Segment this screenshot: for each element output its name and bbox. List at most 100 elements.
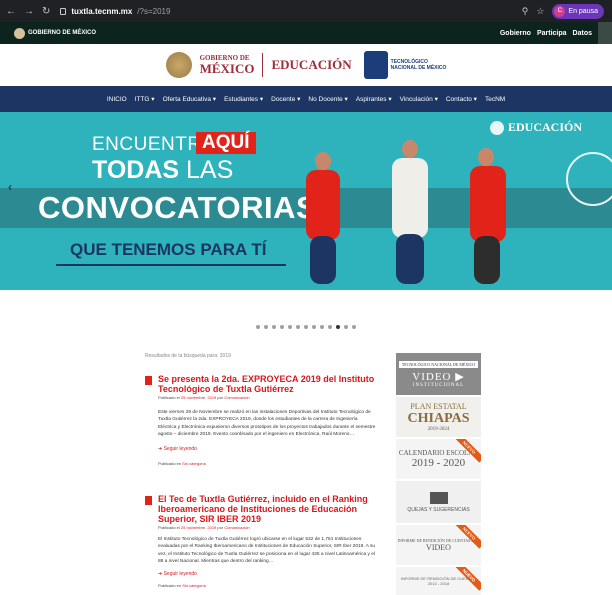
reload-icon[interactable]: ↻ <box>42 6 50 17</box>
nav-tecnm[interactable]: TecNM <box>485 96 505 103</box>
calendario-banner[interactable]: CALENDARIO ESCOLAR 2019 - 2020 NUEVO <box>396 439 481 479</box>
forward-icon[interactable]: → <box>24 6 34 17</box>
post-excerpt: Este viernes 29 de Noviembre se realizó … <box>158 410 376 437</box>
post-date[interactable]: 25 noviembre, 2019 <box>181 525 216 530</box>
nav-vinculacion[interactable]: Vinculación ▾ <box>400 95 438 103</box>
url-path: /?s=2019 <box>137 6 171 16</box>
carousel-dot[interactable] <box>280 325 284 329</box>
post-category-prefix: Publicado en <box>158 582 182 588</box>
nuevo-badge: NUEVO <box>453 525 481 549</box>
post-category-link[interactable]: Sin categoría <box>182 583 206 588</box>
carousel-dot[interactable] <box>336 325 340 329</box>
mexico-seal-icon <box>165 52 192 78</box>
play-icon: ▶ <box>455 370 465 383</box>
nav-docente-label: Docente <box>271 96 296 103</box>
post-category: Publicado en Sin categoría <box>158 583 377 588</box>
carousel-dot[interactable] <box>304 325 308 329</box>
nav-inicio[interactable]: INICIO <box>107 96 127 103</box>
search-results-label: Resultados de la búsqueda para: 2019 <box>145 353 231 359</box>
carousel-dot[interactable] <box>272 325 276 329</box>
post-meta-prefix: Publicado el <box>158 395 180 401</box>
informe-2017-banner[interactable]: INFORME DE RENDICIÓN DE CUENTAS 2017 VID… <box>396 525 481 565</box>
carousel-dot[interactable] <box>296 325 300 329</box>
profile-button[interactable]: C En pausa <box>552 3 604 19</box>
post-date[interactable]: 25 noviembre, 2019 <box>181 395 216 400</box>
carousel-dot[interactable] <box>256 325 260 329</box>
hero-line2-light: LAS <box>186 156 234 184</box>
nav-no-docente[interactable]: No Docente ▾ <box>308 95 347 103</box>
envelope-icon <box>429 491 448 504</box>
gob-mx-logo[interactable]: GOBIERNO DE MÉXICO <box>0 27 96 39</box>
post-meta-prefix: Publicado el <box>158 525 180 531</box>
carousel-dot[interactable] <box>352 325 356 329</box>
post-category: Publicado en Sin categoría <box>158 461 377 466</box>
read-more-link[interactable]: ➜ Seguir leyendo <box>158 571 377 577</box>
back-icon[interactable]: ← <box>6 6 16 17</box>
nav-oferta[interactable]: Oferta Educativa ▾ <box>163 95 217 103</box>
brand-header: GOBIERNO DE MÉXICO EDUCACIÓN TECNOLÓGICO… <box>0 44 612 86</box>
gov-search-button[interactable] <box>598 22 612 44</box>
informe-2013-2018-banner[interactable]: INFORME DE RENDICIÓN DE CUENTAS 2013 - 2… <box>396 567 481 595</box>
nav-no-docente-label: No Docente <box>308 96 343 103</box>
carousel-dot[interactable] <box>288 325 292 329</box>
carousel-prev-icon[interactable]: ‹ <box>8 180 12 194</box>
tecnm-logo[interactable]: TECNOLÓGICO NACIONAL DE MÉXICO <box>363 51 446 79</box>
carousel-dot[interactable] <box>264 325 268 329</box>
post-category-link[interactable]: Sin categoría <box>182 461 206 466</box>
nav-aspirantes[interactable]: Aspirantes ▾ <box>356 95 392 103</box>
gov-link-participa[interactable]: Participa <box>537 30 567 37</box>
nav-ittg[interactable]: ITTG ▾ <box>135 95 155 103</box>
read-more-label: Seguir leyendo <box>163 570 197 577</box>
gob-line2: MÉXICO <box>199 61 255 76</box>
post-title[interactable]: Se presenta la 2da. EXPROYECA 2019 del I… <box>158 374 377 394</box>
video-banner-title: VIDEO ▶ <box>412 370 464 383</box>
carousel-dot[interactable] <box>344 325 348 329</box>
plan-line2: CHIAPAS <box>407 411 470 426</box>
hero-underline <box>56 264 286 266</box>
post-meta-by: por <box>217 525 224 531</box>
plan-line1: PLAN ESTATAL <box>410 402 467 411</box>
brand-divider <box>262 53 264 77</box>
hero-banner[interactable]: ENCUENTRA AQUÍ TODAS LAS CONVOCATORIAS Q… <box>0 112 612 290</box>
nav-vinculacion-label: Vinculación <box>399 96 433 103</box>
video-banner-subtitle: INSTITUCIONAL <box>412 382 465 388</box>
post-item: El Tec de Tuxtla Gutiérrez, incluido en … <box>145 494 377 588</box>
post-title[interactable]: El Tec de Tuxtla Gutiérrez, incluido en … <box>158 494 377 524</box>
post-meta: Publicado el 25 noviembre, 2019 por Comu… <box>158 395 377 400</box>
gov-link-gobierno[interactable]: Gobierno <box>500 30 531 37</box>
gov-bar: GOBIERNO DE MÉXICO Gobierno Participa Da… <box>0 22 612 44</box>
calendario-line2: 2019 - 2020 <box>411 457 466 469</box>
video-institucional-banner[interactable]: TECNOLÓGICO NACIONAL DE MÉXICO VIDEO ▶ I… <box>396 353 481 395</box>
post-category-prefix: Publicado en <box>158 460 182 466</box>
student-head-2 <box>402 140 418 158</box>
informe-line2: VIDEO <box>426 543 451 552</box>
carousel-dot[interactable] <box>320 325 324 329</box>
bookmark-star-icon[interactable]: ☆ <box>536 6 544 17</box>
quejas-banner[interactable]: QUEJAS Y SUGERENCIAS <box>396 481 481 523</box>
student-illustration-2 <box>392 158 428 238</box>
carousel-dots <box>0 325 612 329</box>
student-head-3 <box>478 148 494 166</box>
nav-docente[interactable]: Docente ▾ <box>271 95 300 103</box>
post-bullet-icon <box>145 496 152 505</box>
student-illustration-1 <box>306 170 340 240</box>
post-author[interactable]: Comunicación <box>224 395 249 400</box>
browser-toolbar: ← → ↻ tuxtla.tecnm.mx /?s=2019 ⚲ ☆ C En p… <box>0 0 612 22</box>
video-banner-caption: TECNOLÓGICO NACIONAL DE MÉXICO <box>398 360 479 368</box>
post-item: Se presenta la 2da. EXPROYECA 2019 del I… <box>145 374 377 466</box>
post-author[interactable]: Comunicación <box>224 525 249 530</box>
gov-link-datos[interactable]: Datos <box>573 30 592 37</box>
nav-contacto[interactable]: Contacto ▾ <box>446 95 477 103</box>
carousel-dot[interactable] <box>328 325 332 329</box>
tecnm-emblem-icon <box>363 51 388 79</box>
profile-avatar: C <box>554 5 566 17</box>
tecnm-seal-icon <box>566 152 612 206</box>
read-more-label: Seguir leyendo <box>163 445 197 452</box>
video-banner-word: VIDEO <box>412 370 452 383</box>
address-bar[interactable]: tuxtla.tecnm.mx /?s=2019 <box>60 7 170 16</box>
plan-estatal-banner[interactable]: PLAN ESTATAL CHIAPAS 2019-2024 <box>396 397 481 437</box>
zoom-icon[interactable]: ⚲ <box>522 6 529 17</box>
read-more-link[interactable]: ➜ Seguir leyendo <box>158 446 377 452</box>
nav-estudiantes[interactable]: Estudiantes ▾ <box>224 95 263 103</box>
carousel-dot[interactable] <box>312 325 316 329</box>
